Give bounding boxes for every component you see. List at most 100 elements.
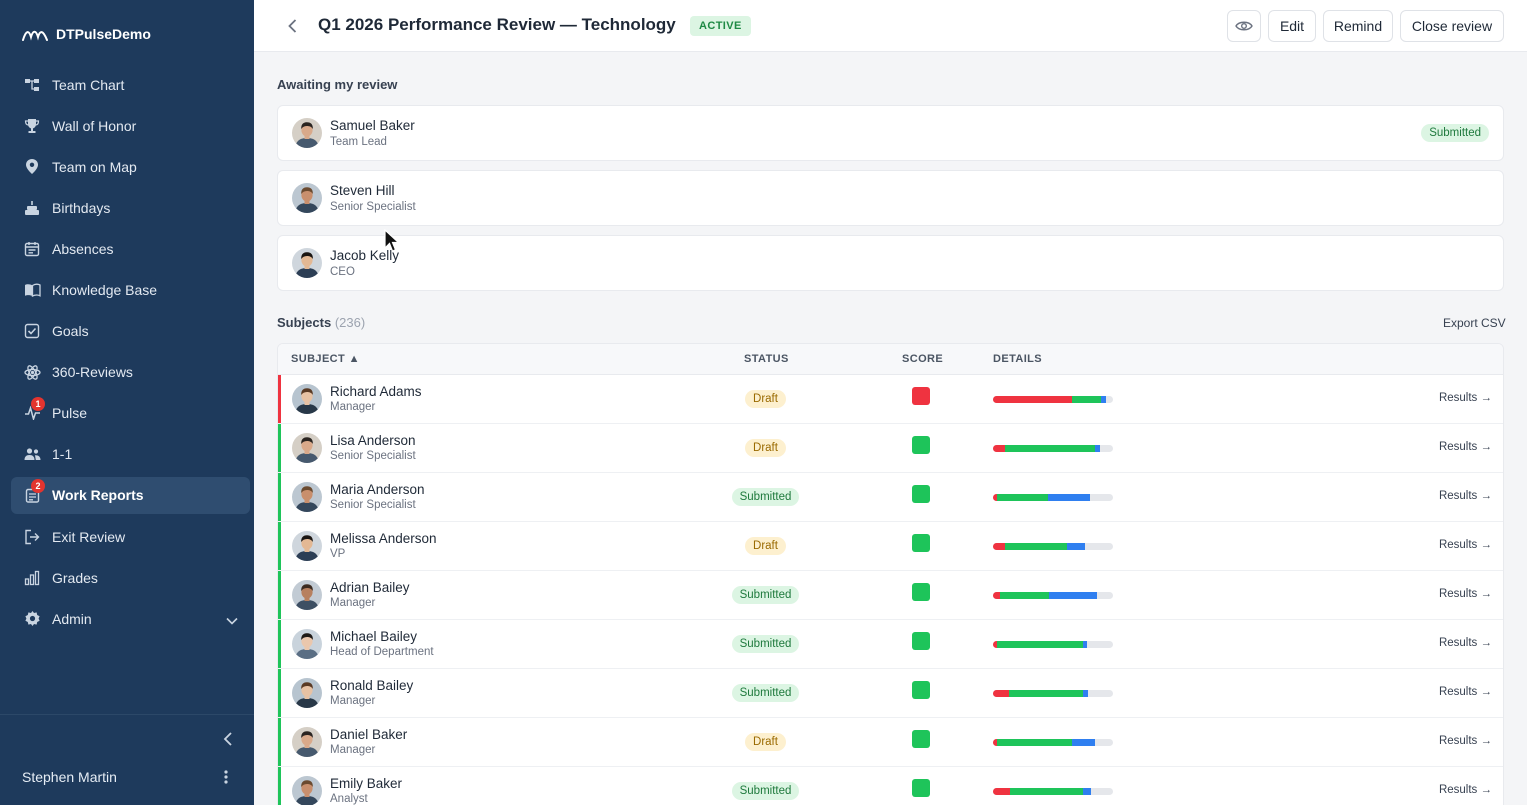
results-link[interactable]: Results → [1439,490,1492,502]
subject-name[interactable]: Lisa Anderson [330,433,416,448]
column-subject[interactable]: SUBJECT ▲ [291,353,360,365]
sidebar-item-grades[interactable]: Grades [11,559,250,596]
sidebar-item-goals[interactable]: Goals [11,313,250,350]
sidebar-item-admin[interactable]: Admin [11,600,250,637]
score-indicator [912,583,930,601]
column-score[interactable]: SCORE [902,353,943,365]
subject-name[interactable]: Melissa Anderson [330,531,437,546]
sidebar-item-1-1[interactable]: 1-1 [11,436,250,473]
results-link[interactable]: Results → [1439,392,1492,404]
sidebar-item-wall-of-honor[interactable]: Wall of Honor [11,107,250,144]
results-link[interactable]: Results → [1439,735,1492,747]
avatar [292,678,322,708]
notification-badge: 2 [31,479,45,494]
results-link[interactable]: Results → [1439,784,1492,796]
subjects-table: SUBJECT ▲ STATUS SCORE DETAILS Richard A… [277,343,1504,805]
sidebar-item-pulse[interactable]: 1 Pulse [11,395,250,432]
subject-name[interactable]: Michael Bailey [330,629,417,644]
score-indicator [912,681,930,699]
table-row[interactable]: Michael Bailey Head of Department Submitte… [278,620,1503,669]
subject-role: Senior Specialist [330,450,416,462]
brand[interactable]: DTPulseDemo [22,24,151,44]
results-link[interactable]: Results → [1439,539,1492,551]
table-row[interactable]: Maria Anderson Senior Specialist Submitted… [278,473,1503,522]
edit-button[interactable]: Edit [1268,10,1316,42]
export-csv-link[interactable]: Export CSV [1443,316,1506,330]
gear-icon [23,610,41,628]
sidebar-item-label: 1-1 [52,446,73,463]
sidebar-item-birthdays[interactable]: Birthdays [11,189,250,226]
sidebar-item-team-on-map[interactable]: Team on Map [11,148,250,185]
status-badge: Submitted [731,488,800,506]
details-bar [993,494,1113,501]
sidebar-item-exit-review[interactable]: Exit Review [11,518,250,555]
details-bar-blue [1048,494,1091,501]
column-details: DETAILS [993,353,1043,365]
sidebar-item-label: Team Chart [52,76,125,93]
details-bar-green [996,739,1073,746]
table-row[interactable]: Emily Baker Analyst Submitted Results → [278,767,1503,805]
current-user-name[interactable]: Stephen Martin [22,769,117,785]
back-icon[interactable] [282,15,302,37]
sidebar-item-knowledge-base[interactable]: Knowledge Base [11,271,250,308]
table-row[interactable]: Adrian Bailey Manager Submitted Results → [278,571,1503,620]
user-menu-icon[interactable] [219,768,233,786]
subject-name[interactable]: Maria Anderson [330,482,425,497]
preview-button[interactable] [1227,10,1261,42]
chevron-down-icon[interactable] [226,612,238,630]
notification-badge: 1 [31,397,45,412]
status-badge: Draft [745,537,786,555]
subjects-title-text: Subjects [277,315,332,330]
remind-button[interactable]: Remind [1323,10,1393,42]
review-card[interactable]: Jacob Kelly CEO [277,235,1504,291]
subject-role: Senior Specialist [330,499,416,511]
details-bar-red [993,543,1005,550]
row-status-accent [278,767,281,805]
row-status-accent [278,669,281,717]
mouse-cursor-icon [384,229,400,252]
details-bar-red [993,445,1005,452]
table-row[interactable]: Melissa Anderson VP Draft Results → [278,522,1503,571]
details-bar-green [1072,396,1101,403]
subject-role: Manager [330,597,376,609]
avatar [292,384,322,414]
table-row[interactable]: Daniel Baker Manager Draft Results → [278,718,1503,767]
subject-name[interactable]: Emily Baker [330,776,402,791]
status-cell: Submitted [698,684,833,702]
details-bar [993,445,1113,452]
sidebar-item-360-reviews[interactable]: 360-Reviews [11,354,250,391]
subject-name[interactable]: Daniel Baker [330,727,407,742]
results-link[interactable]: Results → [1439,637,1492,649]
results-link[interactable]: Results → [1439,441,1492,453]
sidebar-item-absences[interactable]: Absences [11,230,250,267]
details-bar-red [993,396,1073,403]
sidebar-item-label: Pulse [52,405,88,422]
avatar [292,629,322,659]
subject-name[interactable]: Ronald Bailey [330,678,413,693]
close-review-button[interactable]: Close review [1400,10,1504,42]
sidebar: DTPulseDemo Team Chart Wall of Honor Team … [0,0,254,805]
collapse-sidebar-icon[interactable] [219,730,237,748]
org-chart-icon [23,76,41,94]
table-row[interactable]: Ronald Bailey Manager Submitted Results → [278,669,1503,718]
subject-role: Manager [330,744,376,756]
sidebar-nav: Team Chart Wall of Honor Team on Map Birthd… [11,66,250,641]
review-card[interactable]: Steven Hill Senior Specialist [277,170,1504,226]
results-link[interactable]: Results → [1439,686,1492,698]
sidebar-item-work-reports[interactable]: 2 Work Reports [11,476,250,514]
person-name: Samuel Baker [330,118,415,133]
eye-icon [1235,21,1253,31]
review-card[interactable]: Samuel Baker Team Lead Submitted [277,105,1504,161]
column-status[interactable]: STATUS [744,353,789,365]
subjects-count: (236) [334,315,366,330]
results-link[interactable]: Results → [1439,588,1492,600]
sidebar-item-team-chart[interactable]: Team Chart [11,66,250,103]
subject-name[interactable]: Richard Adams [330,384,422,399]
status-badge: Submitted [731,635,800,653]
table-row[interactable]: Richard Adams Manager Draft Results → [278,375,1503,424]
table-row[interactable]: Lisa Anderson Senior Specialist Draft Resul… [278,424,1503,473]
status-cell: Draft [698,390,833,408]
details-bar-green [1000,592,1050,599]
subject-name[interactable]: Adrian Bailey [330,580,410,595]
details-bar-blue [1049,592,1098,599]
